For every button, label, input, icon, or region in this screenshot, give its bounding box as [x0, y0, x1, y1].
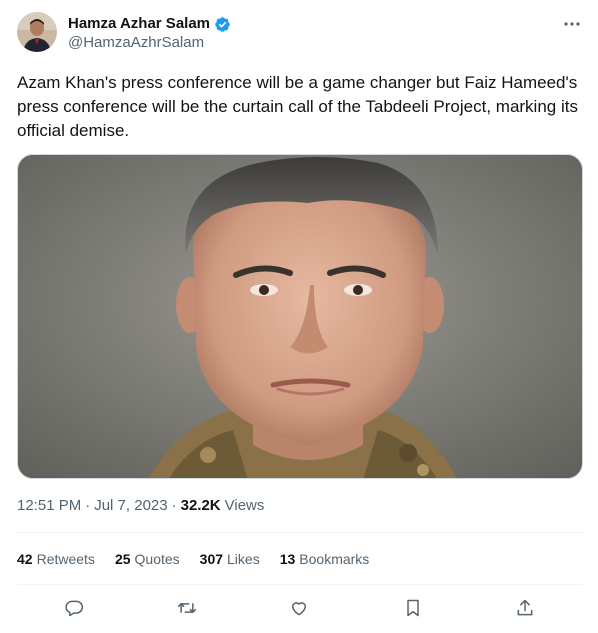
author-display-name[interactable]: Hamza Azhar Salam	[68, 14, 210, 34]
avatar[interactable]	[17, 12, 57, 52]
quotes-stat[interactable]: 25 Quotes	[115, 549, 180, 569]
retweets-stat[interactable]: 42 Retweets	[17, 549, 95, 569]
tweet-text: Azam Khan's press conference will be a g…	[17, 73, 583, 140]
likes-label: Likes	[227, 551, 260, 567]
meta-separator: ·	[85, 497, 91, 514]
action-bar	[17, 590, 583, 626]
bookmarks-stat[interactable]: 13 Bookmarks	[280, 549, 370, 569]
bookmarks-count: 13	[279, 551, 296, 567]
share-icon[interactable]	[513, 596, 537, 620]
quotes-label: Quotes	[134, 551, 180, 567]
tweet-meta: 12:51 PM · Jul 7, 2023 · 32.2K Views	[17, 496, 264, 516]
author-handle[interactable]: @HamzaAzhrSalam	[68, 33, 204, 53]
likes-stat[interactable]: 307 Likes	[200, 549, 260, 569]
divider	[17, 532, 583, 533]
views-label: Views	[224, 497, 265, 514]
bookmark-icon[interactable]	[401, 596, 425, 620]
quotes-count: 25	[114, 551, 131, 567]
tweet-media-image[interactable]	[17, 154, 583, 479]
author-name-row[interactable]: Hamza Azhar Salam	[68, 14, 231, 34]
verified-badge-icon	[214, 16, 231, 33]
reply-icon[interactable]	[62, 596, 86, 620]
more-options-icon[interactable]	[560, 12, 584, 36]
engagement-stats: 42 Retweets 25 Quotes 307 Likes 13 Bookm…	[17, 549, 369, 569]
like-icon[interactable]	[287, 596, 311, 620]
tweet-card: Hamza Azhar Salam @HamzaAzhrSalam Azam K…	[0, 0, 598, 633]
retweet-icon[interactable]	[175, 596, 199, 620]
retweets-label: Retweets	[36, 551, 95, 567]
retweets-count: 42	[17, 551, 33, 567]
tweet-time[interactable]: 12:51 PM	[17, 496, 81, 516]
views-count: 32.2K	[180, 497, 221, 514]
likes-count: 307	[199, 551, 224, 567]
bookmarks-label: Bookmarks	[299, 551, 370, 567]
meta-separator: ·	[171, 497, 177, 514]
divider	[17, 584, 583, 585]
tweet-date[interactable]: Jul 7, 2023	[94, 496, 167, 516]
